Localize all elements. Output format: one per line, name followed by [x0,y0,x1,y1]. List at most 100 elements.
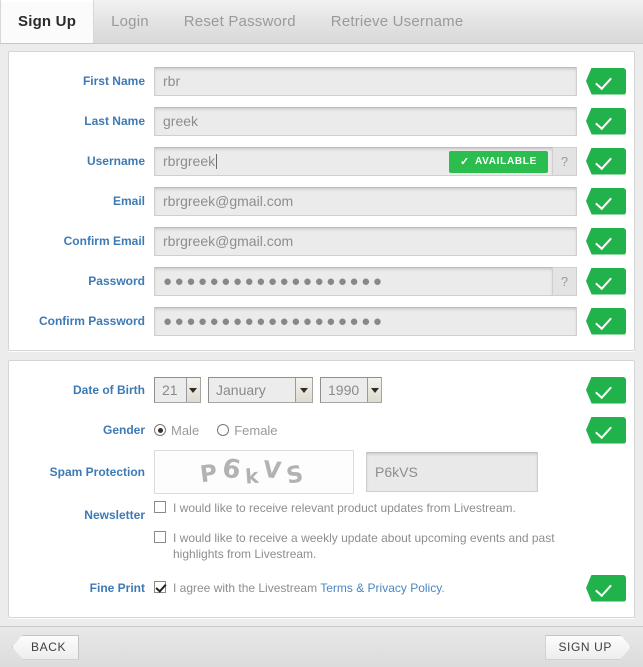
captcha-char: P [198,459,224,489]
tab-login-label: Login [111,13,149,30]
dob-day-select[interactable]: 21 [154,377,201,403]
chevron-down-icon [295,378,312,402]
form-body: First Name rbr Last Name greek Username … [0,44,643,626]
last-name-input[interactable]: greek [154,106,577,136]
tab-sign-up[interactable]: Sign Up [0,0,95,43]
checkbox-product-updates-icon[interactable] [154,501,166,513]
tab-bar: Sign Up Login Reset Password Retrieve Us… [0,0,643,44]
captcha-image: P6kVS [154,450,354,494]
password-label: Password [88,274,145,288]
username-label: Username [86,154,145,168]
captcha-char: S [284,460,311,490]
newsletter-option-1-label: I would like to receive relevant product… [173,501,516,515]
email-value: rbrgreek@gmail.com [163,193,294,209]
row-gender: Gender Male Female [9,410,634,450]
row-email: Email rbrgreek@gmail.com [9,181,634,221]
tab-reset-password-label: Reset Password [183,13,296,30]
radio-female-icon[interactable] [217,424,230,436]
tab-login[interactable]: Login [94,0,167,43]
newsletter-label: Newsletter [84,508,145,522]
email-label: Email [112,194,145,208]
gender-label: Gender [102,423,145,437]
date-of-birth-label: Date of Birth [73,383,145,397]
email-input[interactable]: rbrgreek@gmail.com [154,186,577,216]
row-confirm-password: Confirm Password ●●●●●●●●●●●●●●●●●●● [9,301,634,341]
back-button-label: BACK [31,640,67,654]
fine-print-text-after: . [441,581,445,595]
gender-valid-check-icon [586,416,626,444]
dob-month-value: January [216,382,266,398]
fine-print-label: Fine Print [89,581,145,595]
fine-print-agreement[interactable]: I agree with the Livestream Terms & Priv… [154,580,445,596]
username-help-button[interactable]: ? [552,146,577,176]
tab-reset-password[interactable]: Reset Password [167,0,314,43]
gender-male-label: Male [171,422,200,438]
dob-year-select[interactable]: 1990 [320,377,382,403]
fine-print-text-before: I agree with the Livestream [173,581,318,595]
row-username: Username rbrgreek ✓ AVAILABLE ? [9,141,634,181]
captcha-char: 6 [220,453,248,487]
sign-up-button[interactable]: SIGN UP [545,635,631,660]
username-available-label: AVAILABLE [474,156,537,167]
tab-retrieve-username-label: Retrieve Username [330,13,464,30]
row-fine-print: Fine Print I agree with the Livestream T… [9,568,634,608]
row-confirm-email: Confirm Email rbrgreek@gmail.com [9,221,634,261]
username-available-badge: ✓ AVAILABLE [449,150,548,173]
dob-valid-check-icon [586,376,626,404]
row-date-of-birth: Date of Birth 21 January 1990 [9,370,634,410]
account-panel: First Name rbr Last Name greek Username … [8,51,635,351]
captcha-input-value: P6kVS [375,464,418,480]
row-newsletter: Newsletter I would like to receive relev… [9,494,634,568]
details-panel: Date of Birth 21 January 1990 Gender Mal… [8,360,635,618]
fine-print-text: I agree with the Livestream Terms & Priv… [173,580,445,596]
username-input[interactable]: rbrgreek ✓ AVAILABLE [154,146,553,176]
confirm-email-input[interactable]: rbrgreek@gmail.com [154,226,577,256]
checkbox-weekly-update-icon[interactable] [154,531,166,543]
last-name-label: Last Name [84,114,145,128]
check-icon: ✓ [460,156,470,168]
text-caret [216,153,218,169]
password-help-button[interactable]: ? [552,266,577,296]
username-valid-check-icon [586,147,626,175]
password-input[interactable]: ●●●●●●●●●●●●●●●●●●● [154,266,553,296]
chevron-down-icon [367,378,381,402]
password-value: ●●●●●●●●●●●●●●●●●●● [163,272,385,290]
gender-option-male[interactable]: Male [154,423,199,438]
radio-male-icon[interactable] [154,424,166,436]
back-button[interactable]: BACK [12,634,80,660]
captcha-char: V [262,456,288,486]
first-name-value: rbr [163,73,181,89]
first-name-label: First Name [82,74,145,88]
row-spam-protection: Spam Protection P6kVS P6kVS [9,450,634,494]
username-value: rbrgreek [163,153,216,169]
gender-female-label: Female [234,422,278,438]
dob-month-select[interactable]: January [208,377,313,403]
row-password: Password ●●●●●●●●●●●●●●●●●●● ? [9,261,634,301]
newsletter-option-2-label: I would like to receive a weekly update … [173,531,555,561]
confirm-password-valid-check-icon [586,307,626,335]
first-name-valid-check-icon [586,67,626,95]
spam-protection-label: Spam Protection [49,465,145,479]
dob-year-value: 1990 [328,382,360,398]
dob-day-value: 21 [162,382,178,398]
row-last-name: Last Name greek [9,101,634,141]
password-valid-check-icon [586,267,626,295]
gender-radio-group: Male Female [154,423,296,438]
confirm-password-input[interactable]: ●●●●●●●●●●●●●●●●●●● [154,306,577,336]
terms-privacy-policy-link[interactable]: Terms & Privacy Policy [320,581,441,595]
newsletter-option-2[interactable]: I would like to receive a weekly update … [154,530,573,562]
row-first-name: First Name rbr [9,61,634,101]
captcha-input[interactable]: P6kVS [366,452,538,492]
newsletter-option-1[interactable]: I would like to receive relevant product… [154,500,573,516]
confirm-email-label: Confirm Email [63,234,145,248]
last-name-value: greek [163,113,199,129]
checkbox-agree-terms-icon[interactable] [154,581,166,593]
email-valid-check-icon [586,187,626,215]
chevron-down-icon [185,378,200,402]
first-name-input[interactable]: rbr [154,66,577,96]
tab-retrieve-username[interactable]: Retrieve Username [314,0,482,43]
signup-page: Sign Up Login Reset Password Retrieve Us… [0,0,643,667]
confirm-email-value: rbrgreek@gmail.com [163,233,294,249]
gender-option-female[interactable]: Female [217,422,278,438]
newsletter-options: I would like to receive relevant product… [154,494,573,568]
